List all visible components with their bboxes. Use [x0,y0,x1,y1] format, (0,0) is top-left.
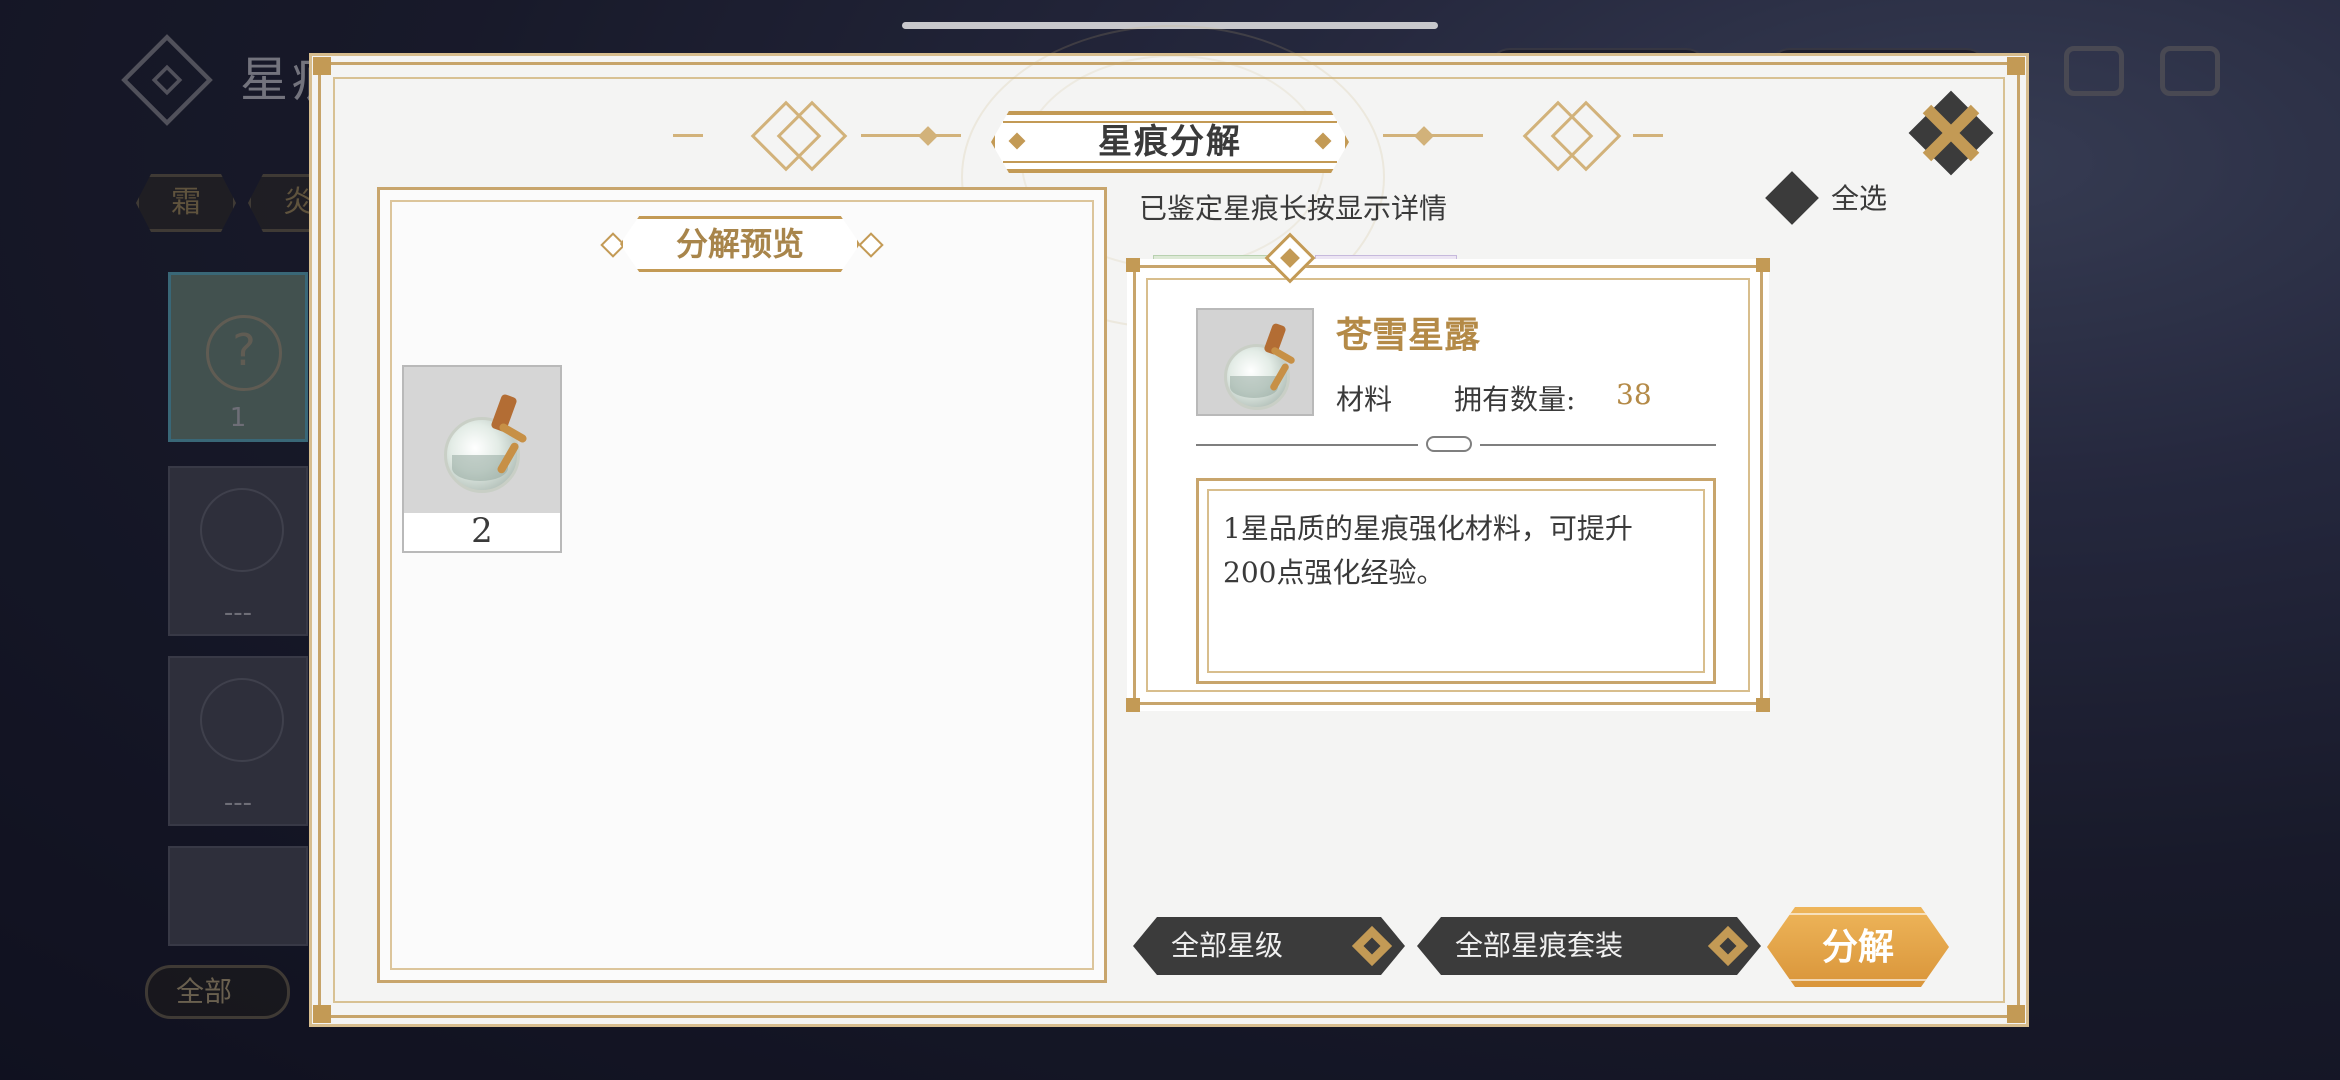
frame-corner [313,1005,331,1023]
star-filter-button[interactable]: 全部星级 [1133,917,1405,975]
frame-corner [1756,698,1770,712]
hint-text: 已鉴定星痕长按显示详情 [1139,192,1448,225]
item-type: 材料 [1336,383,1393,416]
item-image [404,367,560,513]
frame-corner [2007,57,2025,75]
decompose-dialog: 星痕分解 分解预览 2 已鉴定星痕长按显示详情 全选 苍雪星露 材料 拥有数量:… [313,25,2025,1023]
potion-icon [434,389,534,499]
item-name: 苍雪星露 [1336,314,1481,356]
item-detail-card: 苍雪星露 材料 拥有数量: 38 1星品质的星痕强化材料，可提升200点强化经验… [1126,232,1770,712]
divider-line [1480,444,1716,446]
set-filter-label: 全部星痕套装 [1455,929,1624,962]
item-count: 2 [471,511,493,551]
title-ornament-line [1633,134,1663,137]
description-box: 1星品质的星痕强化材料，可提升200点强化经验。 [1196,478,1716,684]
close-button[interactable] [1908,90,1994,176]
preview-item[interactable]: 2 [402,365,562,553]
star-filter-label: 全部星级 [1171,929,1284,962]
divider-line [1196,444,1418,446]
owned-count-label: 拥有数量: [1454,383,1576,416]
divider-ornament [1426,436,1472,452]
preview-title: 分解预览 [620,216,860,272]
frame-corner [313,57,331,75]
frame-corner [1756,258,1770,272]
dialog-title: 星痕分解 [1098,122,1242,162]
owned-count-value: 38 [1616,378,1652,411]
dropdown-diamond-icon [1352,926,1392,966]
frame-corner [2007,1005,2025,1023]
select-all-label: 全选 [1831,182,1888,215]
preview-panel-frame [390,200,1094,970]
detail-item-icon [1196,308,1314,416]
set-filter-button[interactable]: 全部星痕套装 [1417,917,1761,975]
item-description: 1星品质的星痕强化材料，可提升200点强化经验。 [1223,512,1633,589]
dropdown-diamond-icon [1708,926,1748,966]
potion-icon [1214,316,1304,412]
frame-corner [1126,698,1140,712]
preview-panel: 分解预览 2 [377,187,1107,983]
title-ornament-line [861,134,961,137]
title-ornament-line [673,134,703,137]
decompose-button[interactable]: 分解 [1767,907,1949,987]
frame-corner [1126,258,1140,272]
